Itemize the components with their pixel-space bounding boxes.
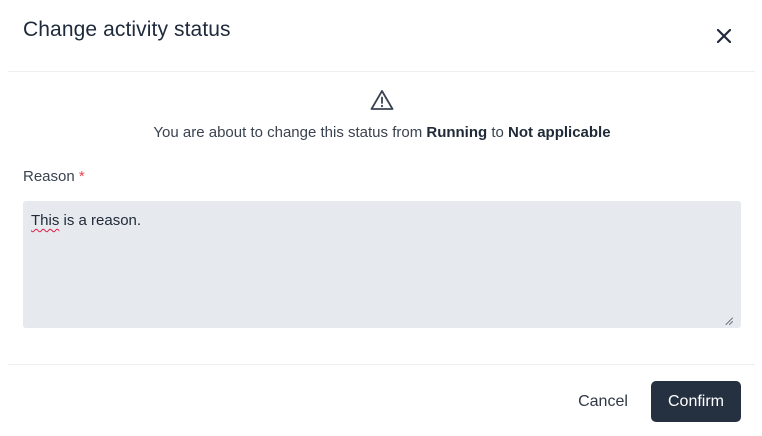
change-status-dialog: Change activity status You are about to … — [0, 0, 762, 436]
confirm-button[interactable]: Confirm — [651, 381, 741, 422]
message-connector: to — [487, 124, 509, 141]
status-change-message: You are about to change this status from… — [0, 124, 762, 141]
from-status: Running — [426, 124, 488, 141]
dialog-header: Change activity status — [0, 0, 762, 71]
message-prefix: You are about to change this status from — [153, 124, 427, 141]
reason-textarea[interactable]: This is a reason. — [23, 201, 741, 328]
header-divider — [8, 71, 755, 72]
dialog-title: Change activity status — [23, 18, 231, 41]
reason-value-first-word: This — [31, 212, 60, 229]
reason-label: Reason * — [23, 168, 85, 185]
cancel-button[interactable]: Cancel — [568, 381, 638, 422]
warning-triangle-icon — [370, 90, 394, 110]
resize-handle-icon[interactable] — [725, 317, 733, 325]
reason-label-text: Reason — [23, 168, 75, 185]
footer-divider — [8, 364, 755, 365]
reason-value: This is a reason. — [31, 212, 141, 229]
reason-value-rest: is a reason. — [59, 212, 142, 229]
close-icon — [716, 28, 732, 44]
close-button[interactable] — [710, 22, 738, 50]
required-marker: * — [78, 168, 85, 185]
to-status: Not applicable — [508, 124, 611, 141]
